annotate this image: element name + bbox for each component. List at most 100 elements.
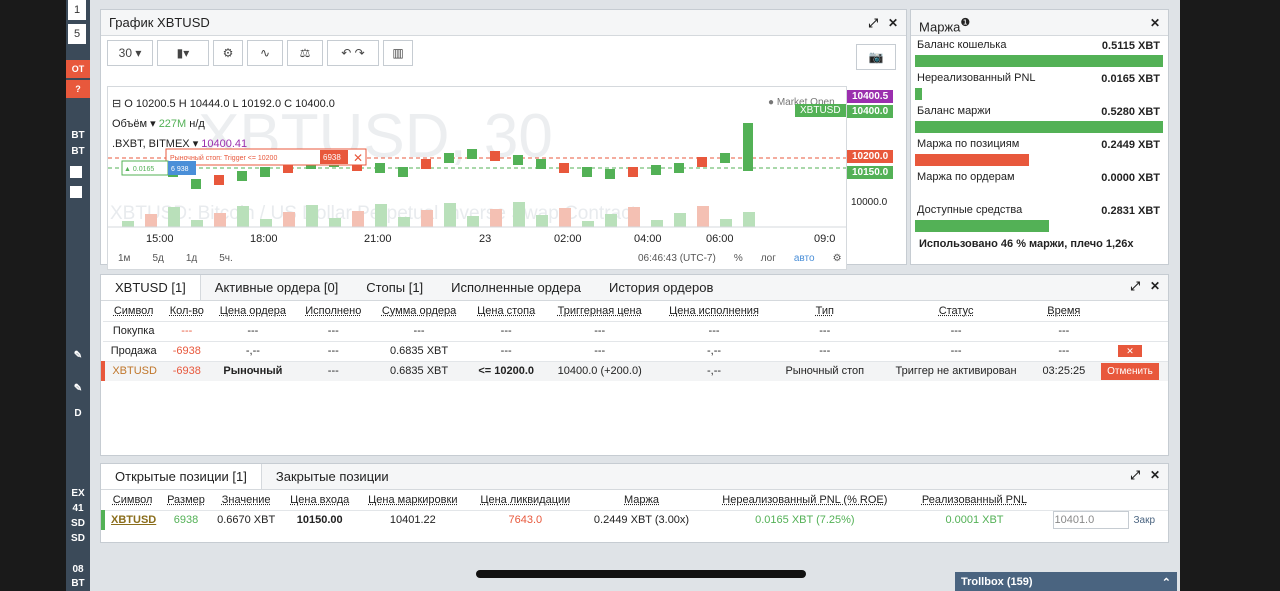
sidebar-item: D — [74, 408, 82, 419]
volume-bar — [513, 202, 525, 227]
table-cell: <= 10200.0 — [467, 360, 545, 381]
candle — [260, 167, 270, 177]
column-header[interactable]: Статус — [876, 301, 1035, 321]
stop-close-icon[interactable]: ✕ — [353, 151, 363, 165]
interval-select[interactable]: 30 ▾ — [107, 40, 153, 66]
table-cell: -,-- — [209, 340, 297, 361]
trollbox-bar[interactable]: Trollbox (159) ⌃ — [955, 572, 1177, 591]
checkbox[interactable] — [70, 166, 82, 178]
compare-icon[interactable]: ⚖ — [287, 40, 323, 66]
candle-type-button[interactable]: ▮▾ — [157, 40, 209, 66]
table-cell[interactable]: XBTUSD — [100, 509, 163, 530]
column-header[interactable]: Символ — [103, 301, 164, 321]
close-icon[interactable]: ✕ — [1150, 16, 1160, 30]
volume-bar — [237, 206, 249, 227]
column-header[interactable]: Размер — [162, 490, 209, 510]
candle — [398, 167, 408, 177]
column-header[interactable]: Триггерная цена — [544, 301, 655, 321]
sidebar-item: EX — [71, 488, 85, 499]
table-cell: --- — [544, 320, 655, 341]
bar-chart-icon[interactable]: ▥ — [383, 40, 413, 66]
chevron-up-icon[interactable]: ⌃ — [1162, 576, 1171, 589]
position-label-text: ▲ 0.0165 — [124, 166, 154, 173]
candle — [559, 163, 569, 173]
close-price-input[interactable] — [1053, 511, 1130, 530]
column-header[interactable]: Маржа — [582, 490, 701, 510]
auto-toggle[interactable]: авто — [794, 253, 815, 264]
sidebar-item[interactable]: 5 — [68, 24, 86, 44]
close-position-button[interactable]: Закр — [1133, 515, 1155, 526]
table-row[interactable]: Покупка --- --- --- --- --- --- --- --- --- --- — [103, 320, 1168, 341]
margin-row: Нереализованный PNL 0.0165 XBT — [911, 69, 1168, 102]
candle — [513, 155, 523, 165]
edit-icon[interactable]: ✎ — [66, 383, 90, 394]
price-chart[interactable]: XBTUSD, 30 XBTUSD: Bitcoin / US Dollar P… — [107, 86, 847, 270]
column-header[interactable]: Цена исполнения — [655, 301, 773, 321]
table-cell: --- — [467, 340, 545, 361]
close-icon[interactable]: ✕ — [1150, 279, 1160, 293]
tab-order-history[interactable]: История ордеров — [595, 275, 727, 300]
edit-icon[interactable]: ✎ — [66, 350, 90, 361]
range-5d[interactable]: 5д — [152, 253, 163, 264]
table-cell: --- — [773, 320, 877, 341]
table-row[interactable]: XBTUSD -6938 Рыночный --- 0.6835 XBT <= 10200… — [100, 360, 1168, 381]
column-header[interactable]: Сумма ордера — [370, 301, 468, 321]
column-header[interactable]: Время — [1036, 301, 1092, 321]
table-row[interactable]: Продажа -6938 -,-- --- 0.6835 XBT --- --- -,-- -… — [103, 340, 1168, 361]
sidebar-item: BT — [71, 146, 85, 157]
column-header[interactable]: Цена стопа — [468, 301, 544, 321]
close-icon[interactable]: ✕ — [1150, 468, 1160, 482]
help-icon[interactable]: ? — [66, 80, 90, 98]
collapse-icon[interactable]: ⊟ — [112, 98, 121, 110]
tab-xbtusd[interactable]: XBTUSD [1] — [101, 275, 201, 300]
column-header[interactable]: Значение — [210, 490, 283, 510]
percent-toggle[interactable]: % — [734, 253, 743, 264]
ohlc-readout: ⊟ O 10200.5 H 10444.0 L 10192.0 C 10400.… — [112, 98, 335, 110]
stop-qty-text: 6938 — [323, 153, 341, 162]
column-header[interactable]: Тип — [773, 301, 876, 321]
chart-settings-icon[interactable]: ⚙ — [833, 253, 842, 264]
sidebar-item[interactable]: 1 — [68, 0, 86, 20]
range-5h[interactable]: 5ч. — [219, 253, 233, 264]
column-header[interactable]: Нереализованный PNL (% ROE) — [701, 490, 908, 510]
table-row[interactable]: XBTUSD 6938 0.6670 XBT 10150.00 10401.22 7643… — [100, 509, 1168, 530]
tab-active-orders[interactable]: Активные ордера [0] — [201, 275, 353, 300]
tab-closed-positions[interactable]: Закрытые позиции — [262, 464, 403, 489]
column-header[interactable]: Реализованный PNL — [908, 490, 1040, 510]
margin-value: 0.0165 XBT — [1101, 73, 1160, 85]
positions-table: Символ Размер Значение Цена входа Цена марки… — [100, 490, 1168, 530]
camera-icon[interactable]: 📷 — [856, 44, 896, 70]
volume-bar — [697, 206, 709, 227]
tab-open-positions[interactable]: Открытые позиции [1] — [101, 464, 262, 489]
app-main: График XBTUSD ⤢ ✕ 30 ▾ ▮▾ ⚙ ∿ ⚖ ↶ ↷ ▥ 📷 X… — [90, 0, 1180, 591]
log-toggle[interactable]: лог — [761, 253, 776, 264]
range-1d[interactable]: 1д — [186, 253, 197, 264]
range-buttons: 1м 5д 1д 5ч. — [118, 253, 233, 264]
margin-panel: Маржа❶ ✕ Баланс кошелька 0.5115 XBT Нереал… — [910, 9, 1169, 265]
column-header[interactable]: Цена ордера — [209, 301, 296, 321]
close-icon[interactable]: ✕ — [888, 16, 898, 30]
gear-icon[interactable]: ⚙ — [213, 40, 243, 66]
info-icon[interactable]: ❶ — [960, 17, 970, 29]
expand-icon[interactable]: ⤢ — [868, 16, 878, 30]
tab-stops[interactable]: Стопы [1] — [352, 275, 437, 300]
column-header[interactable]: Цена ликвидации — [469, 490, 582, 510]
column-header[interactable]: Исполнено — [296, 301, 370, 321]
range-1m[interactable]: 1м — [118, 253, 130, 264]
checkbox[interactable] — [70, 186, 82, 198]
price-tag: 10200.0 — [847, 150, 894, 163]
candle — [720, 153, 730, 163]
cancel-order-button[interactable]: Отменить — [1101, 363, 1159, 381]
expand-icon[interactable]: ⤢ — [1130, 468, 1140, 482]
expand-icon[interactable]: ⤢ — [1130, 279, 1140, 293]
sidebar-badge[interactable]: OT — [66, 60, 90, 78]
indicators-icon[interactable]: ∿ — [247, 40, 283, 66]
remove-button[interactable]: ✕ — [1118, 345, 1142, 357]
column-header[interactable]: Цена маркировки — [357, 490, 469, 510]
tab-filled-orders[interactable]: Исполненные ордера — [437, 275, 595, 300]
column-header[interactable]: Символ — [103, 490, 162, 510]
column-header[interactable]: Кол-во — [164, 301, 209, 321]
undo-redo-button[interactable]: ↶ ↷ — [327, 40, 379, 66]
column-header[interactable]: Цена входа — [283, 490, 357, 510]
sidebar-item: SD — [71, 533, 85, 544]
